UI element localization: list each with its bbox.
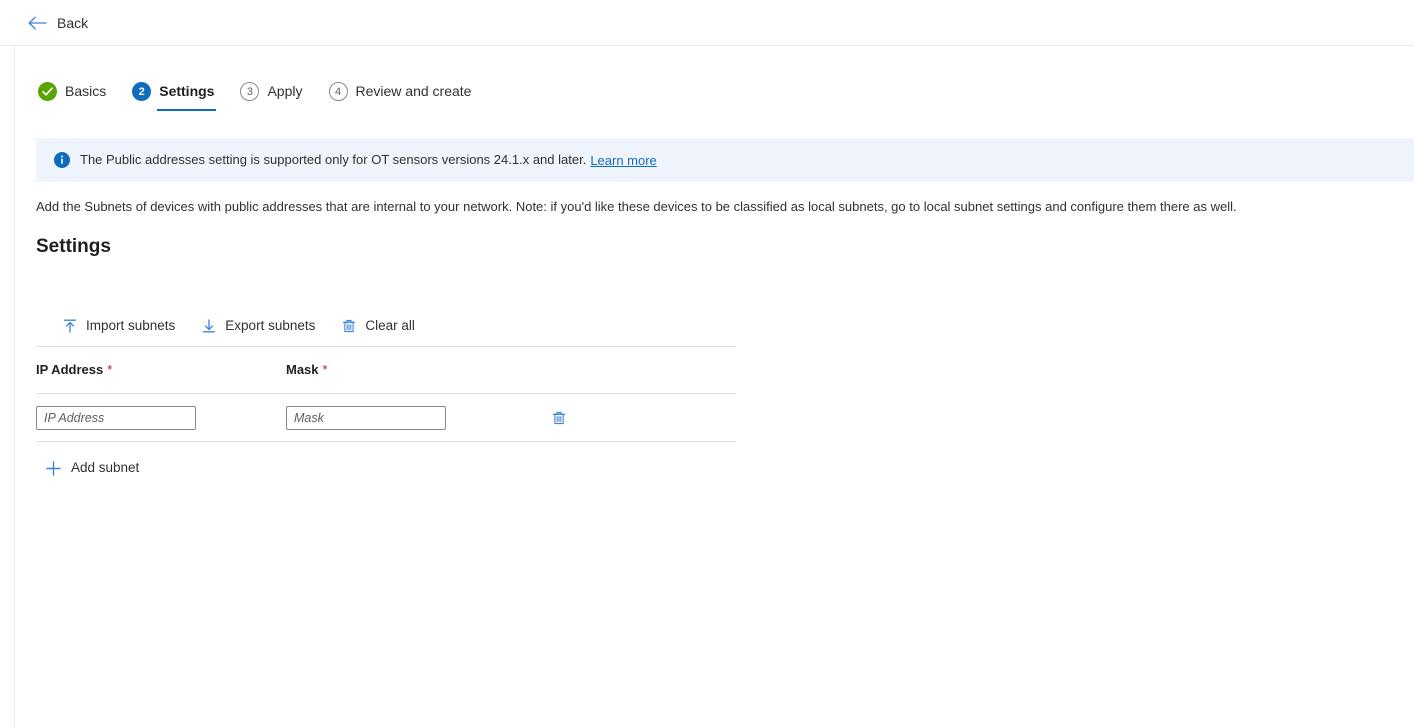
mask-input[interactable]	[286, 406, 446, 430]
ip-address-input[interactable]	[36, 406, 196, 430]
required-asterisk: *	[323, 362, 328, 377]
column-header-mask: Mask *	[286, 361, 536, 379]
cell-ip-address	[36, 406, 286, 430]
required-asterisk: *	[107, 362, 112, 377]
cell-actions	[536, 405, 736, 431]
step-number-badge: 3	[240, 82, 259, 101]
wizard-step-label: Review and create	[356, 82, 472, 101]
step-number-badge: 4	[329, 82, 348, 101]
add-subnet-label: Add subnet	[71, 459, 139, 477]
upload-icon	[62, 318, 78, 334]
step-number-badge: 2	[132, 82, 151, 101]
wizard-step-basics[interactable]: Basics	[36, 82, 108, 111]
info-banner-text: The Public addresses setting is supporte…	[80, 151, 586, 169]
arrow-left-icon	[28, 16, 47, 30]
page-title: Settings	[36, 234, 111, 259]
table-row	[36, 394, 736, 442]
check-icon	[38, 82, 57, 101]
column-header-label: Mask	[286, 362, 319, 377]
delete-row-button[interactable]	[546, 405, 572, 431]
clear-all-label: Clear all	[365, 317, 415, 335]
clear-all-button[interactable]: Clear all	[339, 314, 417, 338]
info-icon	[54, 152, 70, 168]
page-description: Add the Subnets of devices with public a…	[36, 198, 1336, 216]
top-bar: Back	[0, 0, 1414, 46]
column-header-ip-address: IP Address *	[36, 361, 286, 379]
wizard-step-review-and-create[interactable]: 4 Review and create	[327, 82, 474, 111]
export-subnets-label: Export subnets	[225, 317, 315, 335]
plus-icon	[46, 461, 61, 476]
export-subnets-button[interactable]: Export subnets	[199, 314, 317, 338]
import-subnets-label: Import subnets	[86, 317, 175, 335]
download-icon	[201, 318, 217, 334]
wizard-step-label: Apply	[267, 82, 302, 101]
subnets-table: IP Address * Mask *	[36, 346, 736, 442]
column-header-label: IP Address	[36, 362, 103, 377]
add-subnet-button[interactable]: Add subnet	[42, 455, 143, 481]
wizard-steps: Basics 2 Settings 3 Apply 4 Review and c…	[36, 82, 473, 111]
back-label: Back	[57, 14, 88, 32]
back-button[interactable]: Back	[24, 12, 92, 34]
cell-mask	[286, 406, 536, 430]
subnets-toolbar: Import subnets Export subnets Clear all	[36, 310, 736, 342]
wizard-step-settings[interactable]: 2 Settings	[130, 82, 216, 111]
table-header-row: IP Address * Mask *	[36, 346, 736, 394]
info-banner: The Public addresses setting is supporte…	[36, 138, 1414, 182]
wizard-step-label: Basics	[65, 82, 106, 101]
learn-more-link[interactable]: Learn more	[590, 153, 656, 168]
wizard-step-apply[interactable]: 3 Apply	[238, 82, 304, 111]
wizard-step-label: Settings	[159, 82, 214, 101]
import-subnets-button[interactable]: Import subnets	[60, 314, 177, 338]
trash-icon	[341, 318, 357, 334]
left-rail-divider	[14, 46, 15, 728]
